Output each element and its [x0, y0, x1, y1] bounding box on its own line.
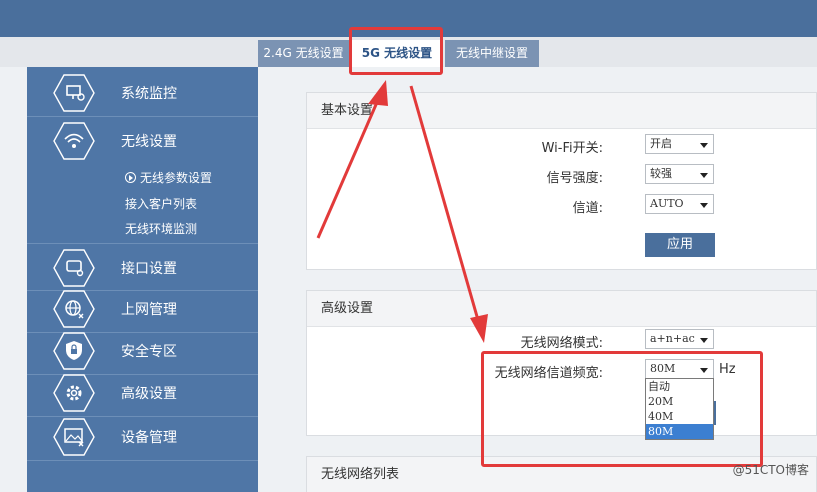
- arrow-head-icon: [368, 80, 388, 106]
- annotation-arrows: [316, 80, 488, 343]
- watermark: @51CTO博客: [732, 463, 809, 477]
- arrow-line-to-bandwidth: [409, 85, 480, 321]
- arrow-head-icon: [470, 314, 488, 343]
- arrow-line-to-tab: [316, 99, 380, 239]
